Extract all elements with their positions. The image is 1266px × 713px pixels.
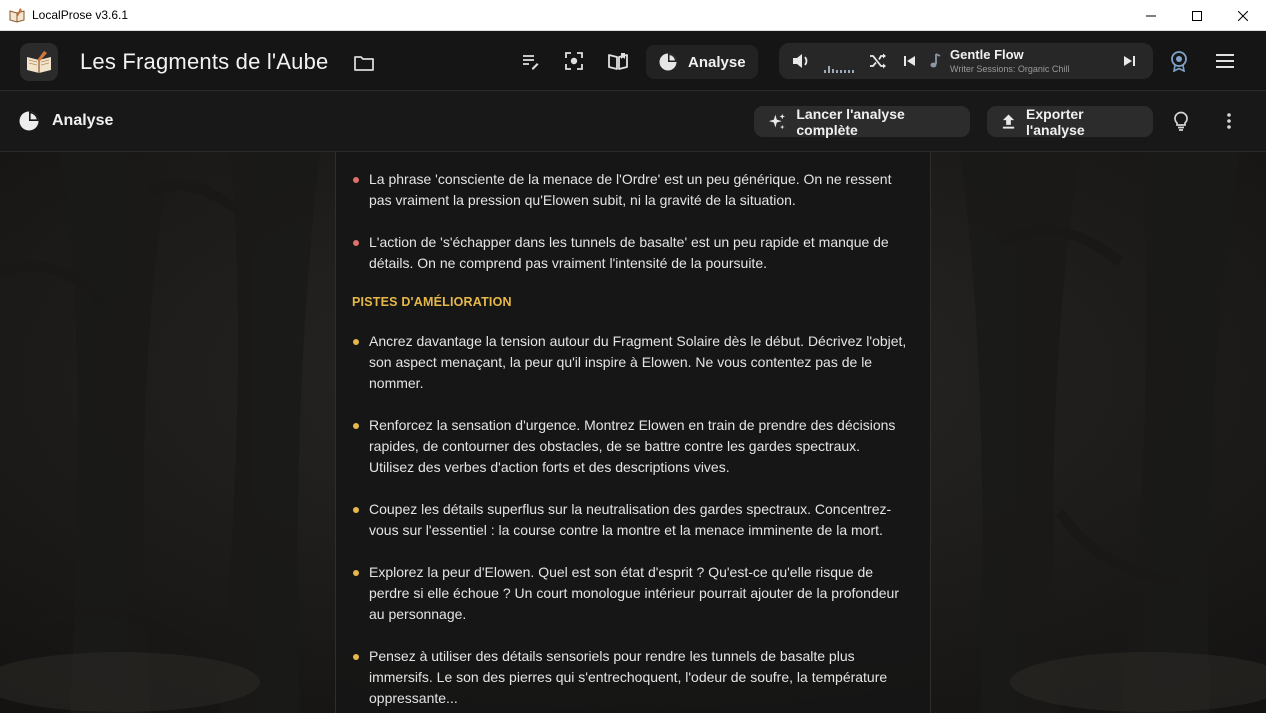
pie-chart-icon <box>659 53 677 71</box>
improvement-bullet <box>353 654 359 660</box>
music-note-icon <box>925 51 945 71</box>
improvement-item: Pensez à utiliser des détails sensoriels… <box>352 646 907 709</box>
improvement-item: Coupez les détails superflus sur la neut… <box>352 499 907 541</box>
improvement-text: Explorez la peur d'Elowen. Quel est son … <box>369 564 899 622</box>
improvement-bullet <box>353 339 359 345</box>
improvement-text: Ancrez davantage la tension autour du Fr… <box>369 333 907 391</box>
weakness-item: La phrase 'consciente de la menace de l'… <box>352 169 907 211</box>
analysis-stage: La phrase 'consciente de la menace de l'… <box>0 152 1266 713</box>
improvement-text: Pensez à utiliser des détails sensoriels… <box>369 648 888 706</box>
improvement-item: Explorez la peur d'Elowen. Quel est son … <box>352 562 907 625</box>
badge-icon[interactable] <box>1167 49 1191 73</box>
export-analysis-label: Exporter l'analyse <box>1026 105 1085 138</box>
tab-analyse[interactable]: Analyse <box>646 45 758 79</box>
shuffle-icon[interactable] <box>868 51 888 71</box>
upload-icon <box>1002 113 1015 129</box>
sparkles-icon <box>768 113 785 129</box>
app-book-icon <box>9 7 25 23</box>
more-options-icon[interactable] <box>1217 109 1241 133</box>
folder-icon[interactable] <box>353 53 375 73</box>
equalizer-visual <box>824 65 856 73</box>
section-title-label: Analyse <box>52 112 114 129</box>
weakness-bullet <box>353 177 359 183</box>
app-logo[interactable] <box>20 43 58 81</box>
previous-track-icon[interactable] <box>900 51 920 71</box>
improvement-text: Coupez les détails superflus sur la neut… <box>369 501 892 538</box>
improvement-text: Renforcez la sensation d'urgence. Montre… <box>369 417 896 475</box>
book-icon[interactable] <box>606 49 630 73</box>
improvement-bullet <box>353 423 359 429</box>
weakness-item: L'action de 's'échapper dans les tunnels… <box>352 232 907 274</box>
volume-icon[interactable] <box>791 51 811 71</box>
section-title: Analyse <box>18 110 113 132</box>
run-full-analysis-button[interactable]: Lancer l'analyse complète <box>754 105 970 138</box>
improvement-item: Ancrez davantage la tension autour du Fr… <box>352 331 907 394</box>
analysis-toolbar: Analyse Lancer l'analyse complète Export… <box>0 91 1266 152</box>
run-full-analysis-label: Lancer l'analyse complète <box>796 105 905 138</box>
edit-list-icon[interactable] <box>518 49 542 73</box>
window-title: LocalProse v3.6.1 <box>32 8 129 22</box>
improvement-bullet <box>353 570 359 576</box>
music-player: Gentle Flow Writer Sessions: Organic Chi… <box>779 43 1153 79</box>
pie-chart-icon <box>19 111 39 131</box>
weakness-text: La phrase 'consciente de la menace de l'… <box>369 171 892 208</box>
project-title: Les Fragments de l'Aube <box>80 49 329 74</box>
maximize-button[interactable] <box>1174 0 1220 31</box>
weakness-text: L'action de 's'échapper dans les tunnels… <box>369 234 889 271</box>
focus-icon[interactable] <box>562 49 586 73</box>
app-header: Les Fragments de l'Aube Analyse Gentle F… <box>0 31 1266 91</box>
minimize-button[interactable] <box>1128 0 1174 31</box>
analysis-panel: La phrase 'consciente de la menace de l'… <box>335 152 931 713</box>
lightbulb-icon[interactable] <box>1169 109 1193 133</box>
improvement-bullet <box>353 507 359 513</box>
track-artist: Writer Sessions: Organic Chill <box>950 64 1070 74</box>
improvement-item: Renforcez la sensation d'urgence. Montre… <box>352 415 907 478</box>
improvements-heading: PISTES D'AMÉLIORATION <box>352 295 512 309</box>
export-analysis-button[interactable]: Exporter l'analyse <box>987 105 1153 138</box>
tab-analyse-label: Analyse <box>688 53 746 71</box>
next-track-icon[interactable] <box>1119 51 1139 71</box>
weakness-bullet <box>353 240 359 246</box>
close-window-button[interactable] <box>1220 0 1266 31</box>
window-titlebar: LocalProse v3.6.1 <box>0 0 1266 31</box>
hamburger-menu-icon[interactable] <box>1213 49 1237 73</box>
track-name: Gentle Flow <box>950 47 1024 62</box>
